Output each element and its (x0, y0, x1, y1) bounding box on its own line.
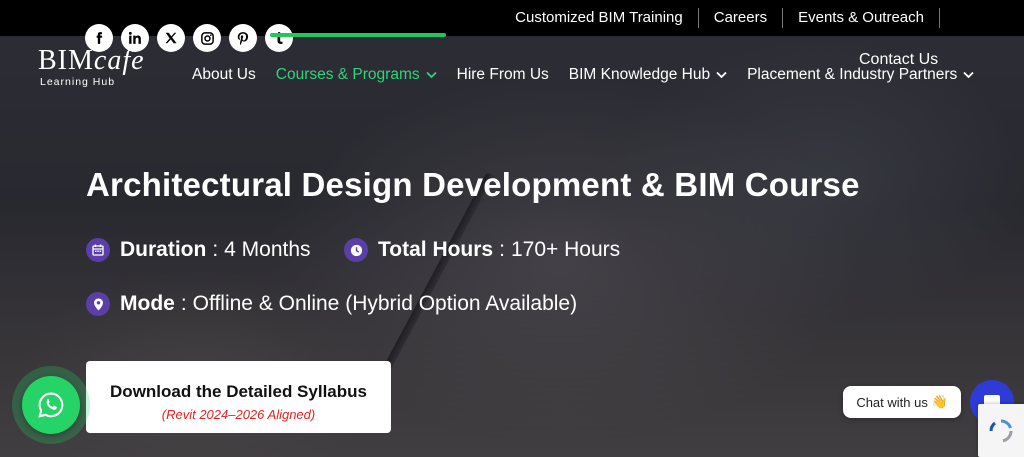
top-links: Customized BIM Training Careers Events &… (500, 0, 940, 36)
top-link-events-outreach[interactable]: Events & Outreach (783, 8, 940, 28)
clock-icon (344, 238, 368, 262)
total-hours-label: Total Hours (378, 238, 494, 261)
duration-value: 4 Months (224, 238, 311, 261)
logo-subtitle: Learning Hub (40, 76, 116, 88)
nav-hire-from-us[interactable]: Hire From Us (457, 66, 549, 84)
chat-with-us-bubble[interactable]: Chat with us 👋 (843, 386, 961, 418)
main-nav: About Us Courses & Programs Hire From Us… (192, 66, 994, 84)
download-syllabus-label: Download the Detailed Syllabus (110, 382, 367, 401)
x-icon[interactable] (157, 24, 185, 52)
waving-hand-icon: 👋 (931, 394, 948, 409)
pinterest-icon[interactable] (229, 24, 257, 52)
mode-value: Offline & Online (Hybrid Option Availabl… (192, 292, 578, 315)
mode-separator: : (180, 292, 187, 315)
logo-main-text: BIM (38, 45, 94, 76)
total-hours-info: Total Hours : 170+ Hours (344, 238, 620, 262)
mode-label: Mode (120, 292, 175, 315)
nav-bim-knowledge-hub[interactable]: BIM Knowledge Hub (569, 66, 727, 84)
nav-courses-programs[interactable]: Courses & Programs (276, 66, 437, 84)
instagram-icon[interactable] (193, 24, 221, 52)
whatsapp-button[interactable] (22, 376, 80, 434)
nav-item-label: Placement & Industry Partners (747, 66, 958, 83)
nav-item-label: BIM Knowledge Hub (568, 66, 711, 83)
duration-info: Duration : 4 Months (86, 238, 311, 262)
mode-info: Mode : Offline & Online (Hybrid Option A… (86, 292, 577, 316)
nav-item-label: About Us (192, 66, 256, 83)
total-hours-value: 170+ Hours (510, 238, 621, 261)
chevron-down-icon (716, 71, 727, 79)
duration-separator: : (212, 238, 219, 261)
nav-placement-industry-partners[interactable]: Placement & Industry Partners (747, 66, 974, 84)
top-link-careers[interactable]: Careers (699, 8, 784, 28)
nav-about-us[interactable]: About Us (192, 66, 256, 84)
tumblr-icon[interactable] (265, 24, 293, 52)
bimcafe-logo[interactable]: BIMcafe Learning Hub (38, 46, 158, 100)
duration-label: Duration (120, 238, 207, 261)
nav-item-label: Courses & Programs (275, 66, 420, 83)
chat-label: Chat with us (856, 394, 928, 410)
download-syllabus-subtitle: (Revit 2024–2026 Aligned) (161, 407, 316, 422)
top-link-customized-bim-training[interactable]: Customized BIM Training (500, 8, 699, 28)
calendar-icon (86, 238, 110, 262)
recaptcha-icon (989, 419, 1013, 442)
chevron-down-icon (425, 71, 437, 79)
download-syllabus-button[interactable]: Download the Detailed Syllabus (Revit 20… (86, 361, 391, 433)
progress-accent-line (270, 33, 446, 37)
hours-separator: : (499, 238, 505, 261)
recaptcha-badge[interactable] (978, 404, 1024, 457)
logo-script-text: cafe (93, 45, 145, 76)
course-title: Architectural Design Development & BIM C… (86, 166, 860, 203)
chevron-down-icon (963, 71, 974, 79)
location-pin-icon (86, 292, 110, 316)
whatsapp-icon (38, 392, 64, 418)
nav-item-label: Hire From Us (456, 66, 549, 83)
